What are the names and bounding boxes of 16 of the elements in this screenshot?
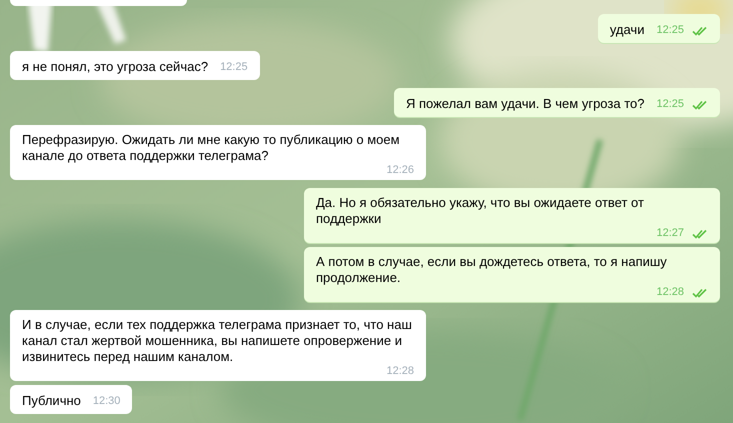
message-time: 12:25 — [220, 60, 248, 75]
message-text: удачи — [610, 21, 644, 38]
message-time: 12:27 — [656, 227, 684, 240]
message-text: Перефразирую. Ожидать ли мне какую то публикацию о моем канале до ответа поддержки телеграма? — [22, 131, 401, 164]
message-text: я не понял, это угроза сейчас? — [22, 58, 208, 75]
message-time: 12:28 — [656, 286, 684, 299]
message-time: 12:25 — [656, 97, 684, 112]
message-text: А потом в случае, если вы дождетесь ответа, то я напишу продолжение. — [316, 253, 668, 286]
message-time: 12:28 — [386, 365, 414, 378]
message-text: Я пожелал вам удачи. В чем угроза то? — [406, 95, 644, 112]
message-text: Публично — [22, 392, 81, 409]
message-text: И в случае, если тех поддержка телеграма признает то, что наш канал стал жертвой мошенника, вы напишете опровержение и извинитесь перед нашим каналом. — [22, 316, 413, 365]
message-text: Да. Но я обязательно укажу, что вы ожидаете ответ от поддержки — [316, 194, 645, 227]
message-time: 12:30 — [92, 394, 120, 409]
message-time: 12:26 — [386, 164, 414, 177]
message-time: 12:25 — [656, 23, 684, 38]
